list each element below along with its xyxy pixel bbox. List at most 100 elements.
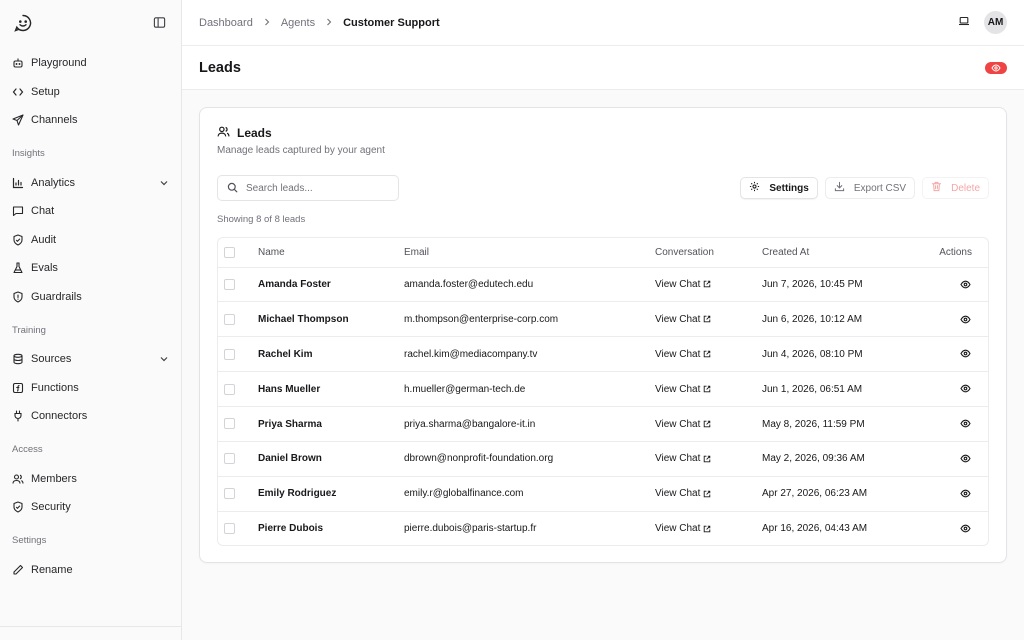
column-header-actions: Actions — [930, 238, 988, 268]
column-header-email[interactable]: Email — [404, 238, 655, 268]
external-link-icon — [704, 385, 711, 393]
lead-created-at: Jun 1, 2026, 06:51 AM — [762, 371, 930, 408]
row-select-cell — [218, 476, 258, 512]
sidebar-section-access: Access — [12, 444, 43, 455]
users-icon — [12, 473, 24, 485]
users-icon — [217, 125, 230, 141]
column-header-created-at[interactable]: Created At — [762, 238, 930, 268]
sidebar-item-functions[interactable]: Functions — [0, 374, 181, 403]
lead-name: Pierre Dubois — [258, 523, 324, 535]
table-header-row: Name Email Conversation Created At Actio… — [218, 238, 988, 268]
row-checkbox[interactable] — [224, 418, 235, 430]
breadcrumb-agents[interactable]: Agents — [281, 17, 315, 29]
row-checkbox[interactable] — [224, 383, 235, 395]
column-header-name[interactable]: Name — [258, 238, 404, 268]
table-row: Amanda Foster amanda.foster@edutech.edu … — [218, 267, 988, 303]
sidebar-item-label: Evals — [31, 262, 58, 275]
sidebar-item-label: Channels — [31, 114, 78, 127]
sidebar-item-sources[interactable]: Sources — [0, 345, 181, 374]
column-header-conversation[interactable]: Conversation — [655, 238, 762, 268]
row-checkbox[interactable] — [224, 313, 235, 325]
select-all-checkbox[interactable] — [224, 246, 235, 258]
sidebar-item-guardrails[interactable]: Guardrails — [0, 283, 181, 312]
table-row: Daniel Brown dbrown@nonprofit-foundation… — [218, 441, 988, 477]
row-checkbox[interactable] — [224, 453, 235, 465]
actions-cell — [930, 301, 988, 338]
eye-icon[interactable] — [958, 347, 972, 361]
page-title: Leads — [199, 59, 241, 76]
sidebar-item-rename[interactable]: Rename — [0, 556, 181, 585]
chevron-down-icon[interactable] — [159, 178, 169, 188]
sidebar-item-label: Members — [31, 472, 77, 485]
sidebar: Playground Setup Channels Insights Analy… — [0, 0, 182, 640]
external-link-icon — [704, 490, 711, 498]
settings-button[interactable]: Settings — [740, 177, 818, 199]
laptop-icon[interactable] — [958, 15, 970, 30]
lead-email: m.thompson@enterprise-corp.com — [404, 301, 655, 338]
sidebar-item-analytics[interactable]: Analytics — [0, 169, 181, 198]
leads-card: Leads Manage leads captured by your agen… — [199, 107, 1007, 563]
sidebar-item-chat[interactable]: Chat — [0, 197, 181, 226]
view-chat-link[interactable]: View Chat — [655, 488, 711, 499]
shield-check-icon — [12, 234, 24, 246]
eye-icon[interactable] — [958, 487, 972, 501]
view-chat-link[interactable]: View Chat — [655, 314, 711, 325]
sidebar-toggle-icon[interactable] — [151, 15, 167, 31]
row-select-cell — [218, 267, 258, 303]
view-chat-link[interactable]: View Chat — [655, 349, 711, 360]
view-chat-label: View Chat — [655, 278, 701, 290]
view-chat-link[interactable]: View Chat — [655, 279, 711, 290]
eye-icon[interactable] — [958, 277, 972, 291]
conversation-cell: View Chat — [655, 441, 762, 477]
card-subtitle: Manage leads captured by your agent — [217, 145, 385, 156]
sidebar-item-evals[interactable]: Evals — [0, 254, 181, 283]
sidebar-item-members[interactable]: Members — [0, 465, 181, 494]
code-icon — [12, 86, 24, 98]
chevron-down-icon[interactable] — [159, 354, 169, 364]
row-checkbox[interactable] — [224, 278, 235, 290]
top-right-actions: AM — [958, 11, 1007, 34]
eye-icon[interactable] — [958, 312, 972, 326]
lead-created-at: Jun 4, 2026, 08:10 PM — [762, 336, 930, 373]
delete-label: Delete — [951, 182, 980, 194]
sidebar-item-channels[interactable]: Channels — [0, 106, 181, 135]
breadcrumb-dashboard[interactable]: Dashboard — [199, 17, 253, 29]
card-title-text: Leads — [237, 126, 272, 140]
avatar[interactable]: AM — [984, 11, 1007, 34]
sidebar-item-label: Analytics — [31, 176, 76, 189]
sidebar-item-label: Security — [31, 501, 71, 514]
export-csv-button[interactable]: Export CSV — [824, 177, 916, 199]
row-checkbox[interactable] — [224, 523, 235, 535]
chevron-right-icon — [325, 17, 333, 29]
smiley-logo-icon[interactable] — [13, 13, 33, 33]
view-chat-link[interactable]: View Chat — [655, 419, 711, 430]
view-chat-link[interactable]: View Chat — [655, 453, 711, 464]
leads-table: Name Email Conversation Created At Actio… — [217, 237, 989, 546]
eye-icon[interactable] — [958, 417, 972, 431]
card-actions: Settings Export CSV Delete — [740, 177, 989, 199]
search-input[interactable] — [246, 182, 386, 194]
sidebar-item-setup[interactable]: Setup — [0, 78, 181, 107]
row-checkbox[interactable] — [224, 488, 235, 500]
search-icon — [227, 181, 238, 196]
sidebar-divider — [0, 626, 181, 627]
row-checkbox[interactable] — [224, 348, 235, 360]
view-chat-link[interactable]: View Chat — [655, 523, 711, 534]
bot-icon — [12, 57, 24, 69]
database-icon — [12, 353, 24, 365]
top-bar: Dashboard Agents Customer Support AM — [182, 0, 1024, 46]
eye-icon[interactable] — [958, 452, 972, 466]
delete-button[interactable]: Delete — [922, 177, 989, 199]
sidebar-item-audit[interactable]: Audit — [0, 226, 181, 255]
sidebar-item-playground[interactable]: Playground — [0, 49, 181, 78]
visibility-badge[interactable] — [985, 61, 1007, 74]
sidebar-item-connectors[interactable]: Connectors — [0, 402, 181, 431]
eye-icon[interactable] — [958, 382, 972, 396]
eye-icon[interactable] — [958, 522, 972, 536]
view-chat-label: View Chat — [655, 523, 701, 535]
view-chat-link[interactable]: View Chat — [655, 384, 711, 395]
lead-email: h.mueller@german-tech.de — [404, 371, 655, 408]
lead-email: dbrown@nonprofit-foundation.org — [404, 441, 655, 477]
sidebar-item-security[interactable]: Security — [0, 493, 181, 522]
search-box[interactable] — [217, 175, 399, 201]
